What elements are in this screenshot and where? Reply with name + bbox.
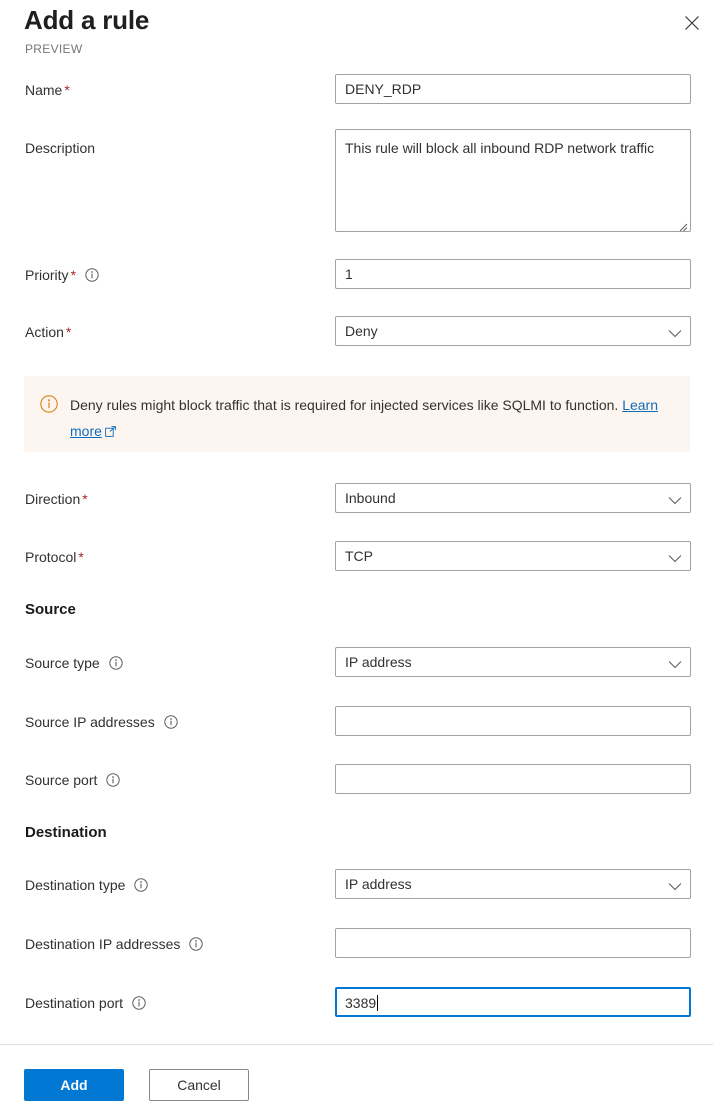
required-asterisk: * <box>65 324 72 340</box>
description-label: Description <box>25 140 96 156</box>
info-icon[interactable] <box>106 772 120 792</box>
name-input[interactable]: DENY_RDP <box>335 74 691 104</box>
add-rule-panel: Add a rule PREVIEW Name * DENY_RDP Descri… <box>0 0 713 1110</box>
name-label: Name * <box>25 82 70 98</box>
info-icon[interactable] <box>134 877 148 897</box>
source-type-dropdown-value: IP address <box>345 654 412 670</box>
source-type-label: Source type <box>25 653 123 675</box>
resize-handle-icon[interactable] <box>676 217 688 231</box>
chevron-down-icon <box>668 493 682 511</box>
info-icon[interactable] <box>132 995 146 1015</box>
destination-type-dropdown-value: IP address <box>345 876 412 892</box>
info-circle-icon <box>40 395 58 418</box>
destination-port-label: Destination port <box>25 993 146 1015</box>
destination-ip-label: Destination IP addresses <box>25 934 203 956</box>
page-title: Add a rule <box>24 5 150 35</box>
section-heading-destination: Destination <box>25 824 107 841</box>
direction-dropdown-value: Inbound <box>345 490 396 506</box>
description-textarea-value: This rule will block all inbound RDP net… <box>345 140 655 156</box>
destination-port-input-value: 3389 <box>345 995 379 1011</box>
source-port-input[interactable] <box>335 764 691 794</box>
source-ip-input[interactable] <box>335 706 691 736</box>
action-label: Action * <box>25 324 72 340</box>
description-textarea[interactable]: This rule will block all inbound RDP net… <box>335 129 691 232</box>
chevron-down-icon <box>668 326 682 344</box>
panel-header: Add a rule PREVIEW <box>0 0 713 66</box>
source-port-label: Source port <box>25 770 120 792</box>
protocol-dropdown[interactable]: TCP <box>335 541 691 571</box>
required-asterisk: * <box>64 82 70 98</box>
destination-type-label: Destination type <box>25 875 148 897</box>
chevron-down-icon <box>668 551 682 569</box>
direction-dropdown[interactable]: Inbound <box>335 483 691 513</box>
destination-type-dropdown[interactable]: IP address <box>335 869 691 899</box>
close-icon <box>684 15 700 31</box>
action-dropdown[interactable]: Deny <box>335 316 691 346</box>
name-input-value: DENY_RDP <box>345 81 422 97</box>
action-dropdown-value: Deny <box>345 323 378 339</box>
priority-label: Priority * <box>25 265 99 287</box>
external-link-icon[interactable] <box>105 419 116 445</box>
priority-input-value: 1 <box>345 266 353 282</box>
destination-port-input[interactable]: 3389 <box>335 987 691 1017</box>
footer-divider <box>0 1044 713 1045</box>
protocol-label: Protocol * <box>25 549 84 565</box>
source-type-dropdown[interactable]: IP address <box>335 647 691 677</box>
direction-label: Direction * <box>25 491 88 507</box>
cancel-button[interactable]: Cancel <box>149 1069 249 1101</box>
section-heading-source: Source <box>25 601 76 618</box>
text-cursor <box>377 995 379 1011</box>
deny-rules-warning-banner: Deny rules might block traffic that is r… <box>24 376 690 452</box>
required-asterisk: * <box>82 491 88 507</box>
banner-message: Deny rules might block traffic that is r… <box>70 392 670 445</box>
info-icon[interactable] <box>108 655 123 675</box>
required-asterisk: * <box>78 549 84 565</box>
required-asterisk: * <box>70 267 77 283</box>
close-button[interactable] <box>676 7 708 39</box>
add-button[interactable]: Add <box>24 1069 124 1101</box>
protocol-dropdown-value: TCP <box>345 548 373 564</box>
destination-ip-input[interactable] <box>335 928 691 958</box>
info-icon[interactable] <box>189 936 203 956</box>
preview-badge: PREVIEW <box>25 42 83 56</box>
chevron-down-icon <box>668 657 682 675</box>
priority-input[interactable]: 1 <box>335 259 691 289</box>
source-ip-label: Source IP addresses <box>25 712 178 734</box>
info-icon[interactable] <box>163 714 178 734</box>
chevron-down-icon <box>668 879 682 897</box>
info-icon[interactable] <box>85 267 99 287</box>
banner-text-content: Deny rules might block traffic that is r… <box>70 397 619 413</box>
